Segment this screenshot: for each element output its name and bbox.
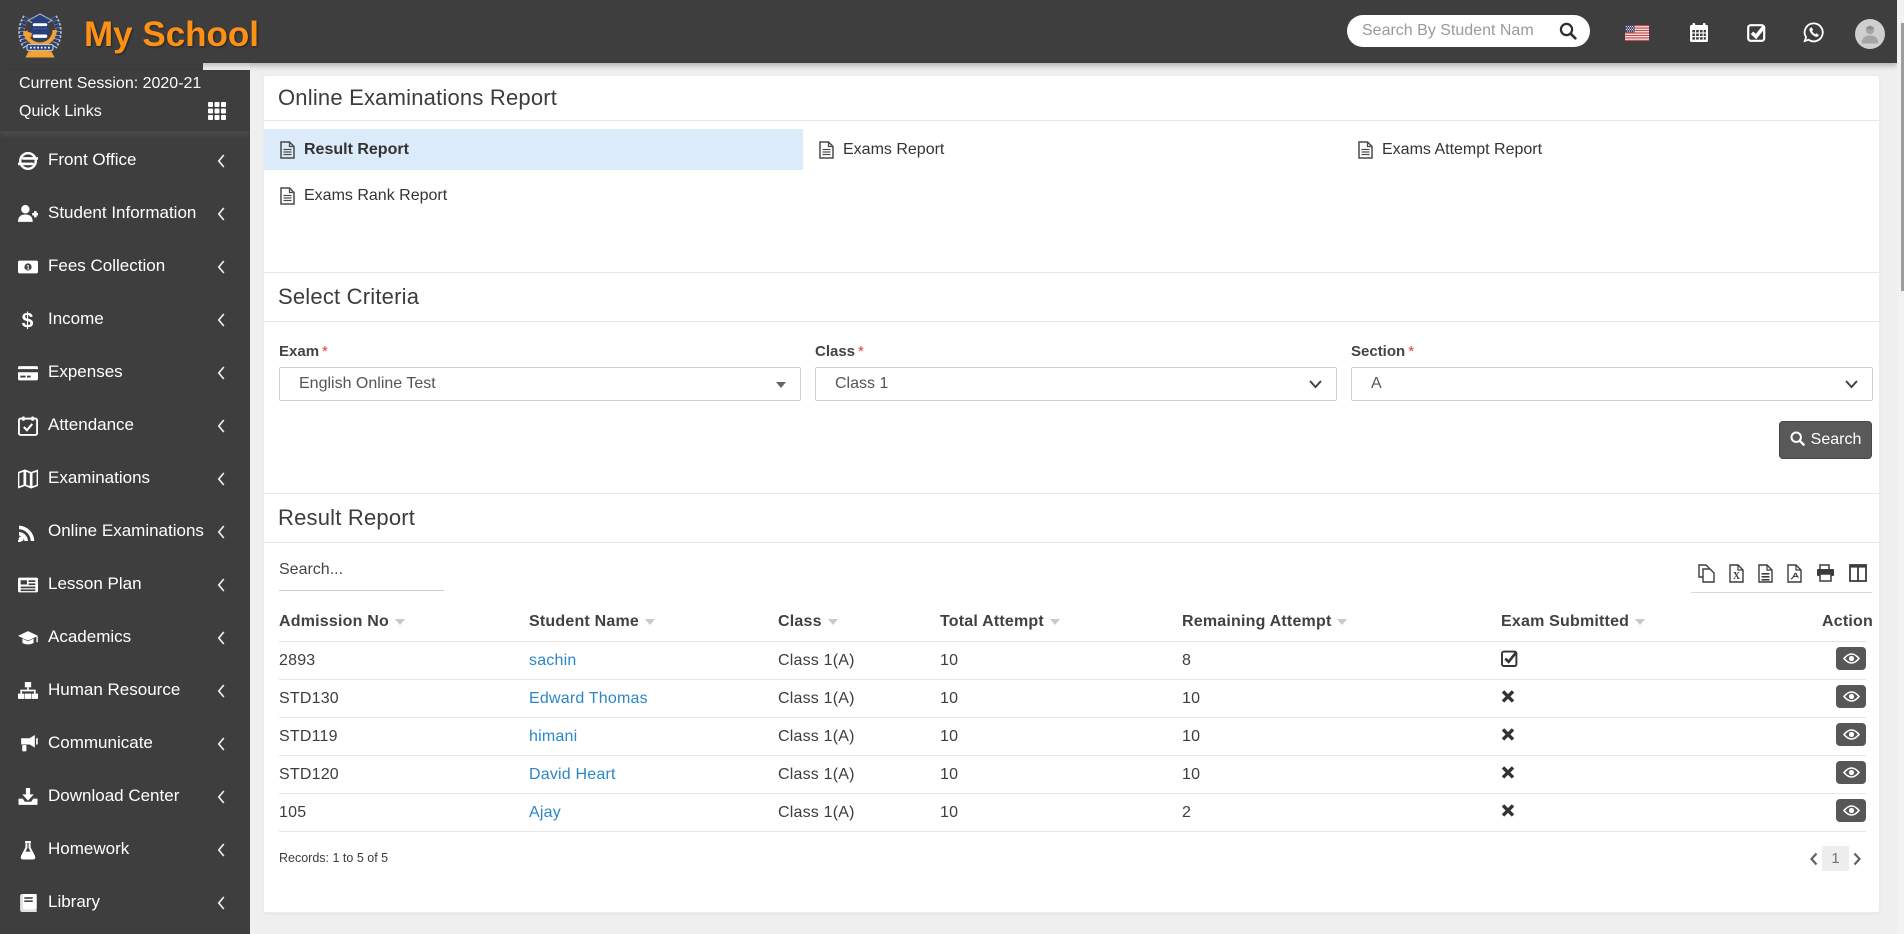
svg-text:1: 1 xyxy=(26,265,30,272)
svg-text:X: X xyxy=(1733,571,1741,582)
svg-text:$: $ xyxy=(22,310,34,330)
